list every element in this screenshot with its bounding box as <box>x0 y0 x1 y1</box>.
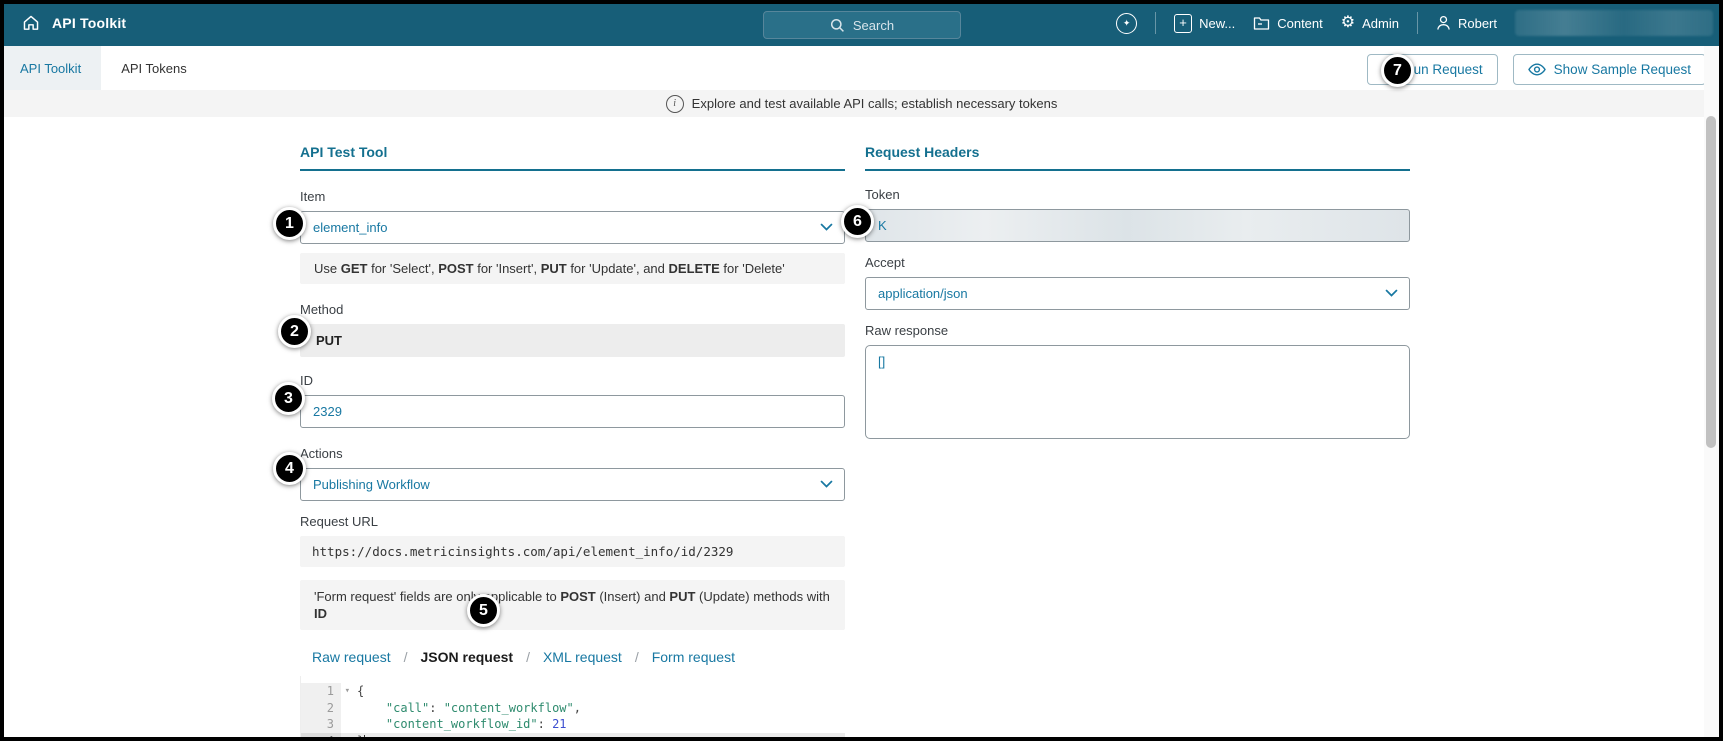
form-request-note: 'Form request' fields are only applicabl… <box>300 580 845 630</box>
tab-separator: / <box>526 649 530 665</box>
id-label: ID <box>300 373 313 388</box>
method-help-text: Use GET for 'Select', POST for 'Insert',… <box>300 253 845 284</box>
code-line[interactable]: 4} <box>301 732 845 741</box>
token-label: Token <box>865 187 900 202</box>
actions-select-value: Publishing Workflow <box>313 477 430 492</box>
step-badge-7: 7 <box>1381 54 1414 87</box>
step-badge-5: 5 <box>467 594 500 627</box>
item-label: Item <box>300 189 326 204</box>
token-input[interactable]: K <box>865 209 1410 242</box>
api-toolkit-page: API Toolkit Search ✦ + New... Content ⚙ <box>0 0 1723 741</box>
plus-icon: + <box>1174 13 1193 33</box>
user-menu[interactable]: Robert <box>1436 15 1497 31</box>
admin-menu-label: Admin <box>1362 15 1399 31</box>
chevron-down-icon <box>1385 289 1398 297</box>
request-url-label: Request URL <box>300 514 379 529</box>
redacted-user-info <box>1515 10 1713 36</box>
show-sample-request-label: Show Sample Request <box>1553 62 1691 77</box>
request-tab-json[interactable]: JSON request <box>420 649 513 665</box>
new-menu[interactable]: + New... <box>1174 13 1236 33</box>
raw-response-value: [] <box>878 354 886 369</box>
accept-select-value: application/json <box>878 286 968 301</box>
eye-icon <box>1527 63 1546 76</box>
request-headers-section: Request Headers Token K Accept applicati… <box>865 144 1410 439</box>
content-menu[interactable]: Content <box>1253 16 1323 31</box>
show-sample-request-button[interactable]: Show Sample Request <box>1512 54 1706 85</box>
request-tab-raw[interactable]: Raw request <box>312 649 391 665</box>
item-select-value: element_info <box>313 220 388 235</box>
request-url-value: https://docs.metricinsights.com/api/elem… <box>300 536 845 567</box>
fold-arrow-icon[interactable]: ▾ <box>345 683 350 700</box>
method-field: PUT <box>300 324 845 357</box>
api-test-tool-heading: API Test Tool <box>300 144 845 171</box>
info-banner: i Explore and test available API calls; … <box>0 90 1723 117</box>
text-cursor <box>364 734 366 741</box>
code-line[interactable]: 3 "content_workflow_id": 21 <box>301 716 845 733</box>
info-banner-text: Explore and test available API calls; es… <box>691 96 1058 111</box>
request-tab-form[interactable]: Form request <box>652 649 735 665</box>
tab-separator: / <box>634 649 639 665</box>
user-menu-label: Robert <box>1457 15 1497 31</box>
step-badge-3: 3 <box>272 382 305 415</box>
app-title: API Toolkit <box>52 15 127 31</box>
nav-divider <box>1416 12 1418 34</box>
request-type-tabs: Raw request / JSON request / XML request… <box>312 649 845 665</box>
chevron-down-icon <box>820 223 833 231</box>
code-line[interactable]: 2 "call": "content_workflow", <box>301 699 845 716</box>
run-request-label: Run Request <box>1403 62 1483 77</box>
request-headers-heading: Request Headers <box>865 144 1410 171</box>
tab-separator: / <box>403 649 408 665</box>
top-navbar: API Toolkit Search ✦ + New... Content ⚙ <box>0 0 1723 46</box>
raw-response-textarea[interactable]: [] <box>865 345 1410 439</box>
home-icon[interactable] <box>22 14 40 32</box>
request-tab-xml[interactable]: XML request <box>543 649 622 665</box>
raw-response-label: Raw response <box>865 323 949 338</box>
chevron-down-icon <box>820 480 833 488</box>
id-input[interactable]: 2329 <box>300 395 845 428</box>
user-icon <box>1436 15 1451 31</box>
new-menu-label: New... <box>1199 15 1236 31</box>
scrollbar-thumb[interactable] <box>1706 116 1716 448</box>
nav-divider <box>1155 12 1157 34</box>
accept-label: Accept <box>865 255 905 270</box>
assistant-sparkle-icon[interactable]: ✦ <box>1116 12 1138 34</box>
info-icon: i <box>665 94 684 113</box>
search-icon <box>830 18 845 33</box>
api-test-tool-section: API Test Tool Item element_info Use GET … <box>300 144 845 741</box>
step-badge-1: 1 <box>273 207 306 240</box>
content-menu-label: Content <box>1277 15 1323 31</box>
step-badge-2: 2 <box>278 315 311 348</box>
step-badge-6: 6 <box>841 205 874 238</box>
tab-label: API Toolkit <box>20 60 82 76</box>
tab-api-toolkit[interactable]: API Toolkit <box>0 46 102 90</box>
method-value: PUT <box>316 333 342 348</box>
id-input-value: 2329 <box>313 404 342 419</box>
item-select[interactable]: element_info <box>300 211 845 244</box>
code-line[interactable]: 1 ▾{ <box>301 683 845 700</box>
method-label: Method <box>300 302 344 317</box>
admin-menu[interactable]: ⚙ Admin <box>1341 15 1399 31</box>
token-input-value: K <box>878 218 887 233</box>
actions-label: Actions <box>300 446 343 461</box>
folder-icon <box>1253 16 1270 31</box>
search-placeholder: Search <box>852 17 895 33</box>
gear-icon: ⚙ <box>1340 14 1356 31</box>
actions-select[interactable]: Publishing Workflow <box>300 468 845 501</box>
vertical-scrollbar <box>1704 46 1719 737</box>
search-input[interactable]: Search <box>763 11 961 39</box>
step-badge-4: 4 <box>273 452 306 485</box>
tab-api-tokens[interactable]: API Tokens <box>101 46 207 90</box>
tab-label: API Tokens <box>121 60 187 76</box>
code-editor[interactable]: 1 ▾{2 "call": "content_workflow", 3 "conte… <box>300 676 845 741</box>
accept-select[interactable]: application/json <box>865 277 1410 310</box>
page-tabbar: API Toolkit API Tokens ⚙⚙ Run Request Sh… <box>0 46 1723 90</box>
